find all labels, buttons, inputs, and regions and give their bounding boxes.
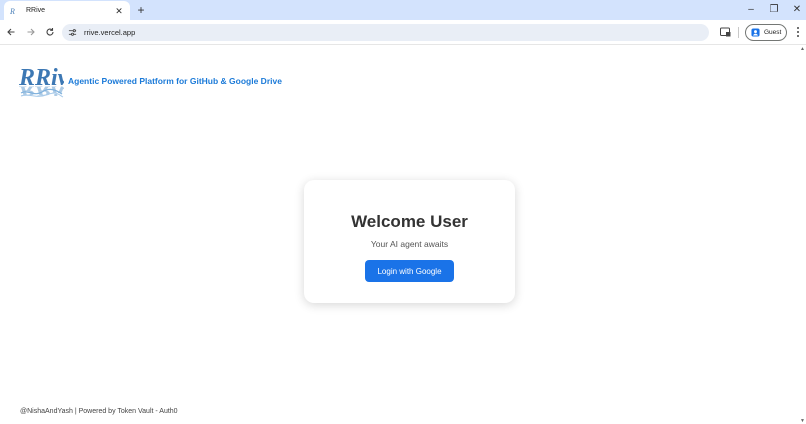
tab-title: RRive bbox=[26, 7, 46, 14]
url-text: rrive.vercel.app bbox=[84, 28, 136, 37]
tab-close-icon[interactable]: ✕ bbox=[114, 6, 124, 16]
minimize-icon[interactable]: – bbox=[744, 3, 758, 17]
rrive-logo: RRive RRive bbox=[18, 59, 79, 99]
reload-icon[interactable] bbox=[43, 25, 57, 39]
site-settings-icon[interactable] bbox=[68, 28, 78, 38]
welcome-subtitle: Your AI agent awaits bbox=[370, 239, 449, 249]
side-panel-icon[interactable] bbox=[719, 26, 731, 38]
guest-avatar-icon bbox=[751, 24, 760, 42]
close-window-icon[interactable]: ✕ bbox=[790, 3, 804, 17]
favicon-icon: R bbox=[10, 6, 20, 16]
svg-text:R: R bbox=[10, 7, 15, 16]
browser-toolbar: rrive.vercel.app Guest bbox=[0, 20, 806, 45]
back-icon[interactable] bbox=[4, 25, 18, 39]
browser-tab[interactable]: R RRive ✕ bbox=[4, 1, 130, 20]
scroll-up-arrow-icon[interactable]: ▲ bbox=[800, 46, 805, 52]
scroll-down-arrow-icon[interactable]: ▼ bbox=[800, 418, 805, 424]
new-tab-button[interactable]: + bbox=[134, 3, 148, 17]
login-with-google-button[interactable]: Login with Google bbox=[365, 260, 454, 282]
tagline: Agentic Powered Platform for GitHub & Go… bbox=[68, 76, 282, 86]
tab-strip: R RRive ✕ + – ❐ ✕ bbox=[0, 0, 806, 20]
toolbar-divider bbox=[738, 27, 739, 38]
footer-text: @NishaAndYash | Powered by Token Vault -… bbox=[20, 408, 178, 415]
welcome-title: Welcome User bbox=[351, 212, 468, 231]
forward-icon[interactable] bbox=[24, 25, 38, 39]
welcome-card: Welcome User Your AI agent awaits Login … bbox=[304, 180, 515, 303]
page-content: ▲ RRive RRive Agentic Powered Platform f… bbox=[0, 46, 806, 424]
menu-icon[interactable] bbox=[794, 25, 802, 39]
profile-button[interactable]: Guest bbox=[745, 24, 787, 41]
profile-label: Guest bbox=[764, 29, 782, 36]
address-bar[interactable]: rrive.vercel.app bbox=[62, 24, 709, 41]
restore-icon[interactable]: ❐ bbox=[767, 3, 781, 17]
